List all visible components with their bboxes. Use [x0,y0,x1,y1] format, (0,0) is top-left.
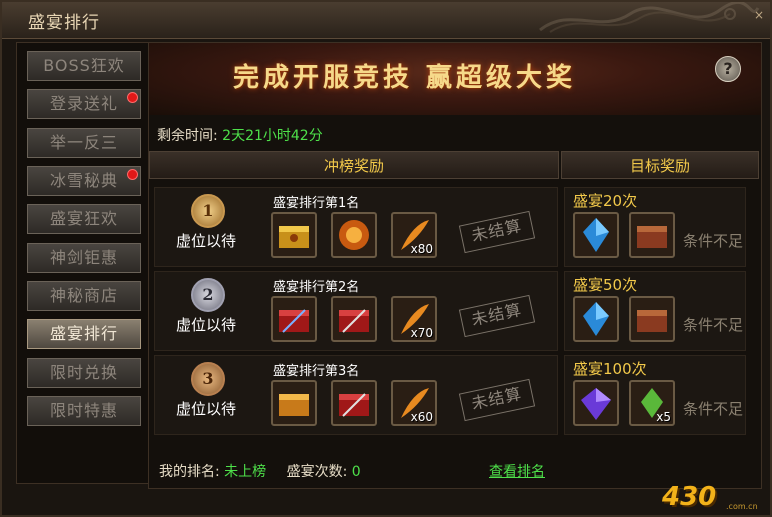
condition-status: 条件不足 [683,316,744,334]
reward-slot[interactable] [271,296,317,342]
target-row-2: 盛宴50次 条件不足 [564,271,746,351]
banner: 完成开服竞技 赢超级大奖 ? [149,43,761,115]
item-quantity: x60 [410,410,433,424]
target-label: 盛宴20次 [573,192,638,210]
tab-limited-sale[interactable]: 限时特惠 [27,396,141,426]
reward-slot[interactable]: x80 [391,212,437,258]
target-label: 盛宴50次 [573,276,638,294]
feast-count-value: 0 [351,464,361,480]
tab-login-gift[interactable]: 登录送礼 [27,89,141,119]
my-rank-label: 我的排名: [159,464,220,480]
reward-slot[interactable] [573,212,619,258]
tab-label: 登录送礼 [49,94,118,113]
silver-medal-icon: 2 [191,278,225,312]
target-label: 盛宴100次 [573,360,647,378]
item-quantity: x5 [656,410,671,424]
red-chest-icon [279,309,309,333]
my-rank-value: 未上榜 [224,464,267,480]
unsettled-stamp: 未结算 [458,210,536,254]
rank-rewards-header: 冲榜奖励 [149,151,559,179]
tab-label: 盛宴排行 [49,324,118,343]
tab-feast-ranking[interactable]: 盛宴排行 [27,319,141,349]
bronze-medal-icon: 3 [191,362,225,396]
tab-boss-carnival[interactable]: BOSS狂欢 [27,51,141,81]
tab-label: BOSS狂欢 [43,56,125,75]
view-ranking-link[interactable]: 查看排名 [489,461,545,481]
help-icon[interactable]: ? [715,56,741,82]
feast-count-label: 盛宴次数: [286,464,348,480]
remaining-time: 剩余时间: 2天21小时42分 [157,125,323,145]
window-title: 盛宴排行 [28,13,100,33]
tab-mystery-shop[interactable]: 神秘商店 [27,281,141,311]
reward-slot[interactable] [573,296,619,342]
red-chest-icon [339,309,369,333]
rank-holder: 虚位以待 [175,232,236,250]
tab-sword-deal[interactable]: 神剑钜惠 [27,243,141,273]
remaining-value: 2天21小时42分 [222,128,323,144]
target-rewards-header: 目标奖励 [561,151,759,179]
close-icon[interactable]: × [752,8,766,22]
reward-slot[interactable] [629,212,675,258]
my-rank-info: 我的排名: 未上榜 盛宴次数: 0 [159,461,361,481]
red-chest-icon [339,393,369,417]
tab-ice-secret[interactable]: 冰雪秘典 [27,166,141,196]
flame-orb-icon [339,220,369,250]
site-logo: 430 [662,482,717,512]
reward-slot[interactable] [629,296,675,342]
tab-label: 举一反三 [49,133,118,152]
remaining-label: 剩余时间: [157,128,218,144]
reward-slot[interactable]: x70 [391,296,437,342]
tab-limited-exchange[interactable]: 限时兑换 [27,358,141,388]
tab-label: 神秘商店 [49,286,118,305]
rank-name: 盛宴排行第3名 [273,364,360,379]
tab-label: 限时兑换 [49,363,118,382]
unsettled-stamp: 未结算 [458,294,536,338]
locked-chest-icon [637,310,667,332]
reward-slot[interactable]: x5 [629,380,675,426]
rank-row-1: 1 虚位以待 盛宴排行第1名 x80 未结算 [154,187,558,267]
crystal-icon [583,218,609,252]
tab-feast-carnival[interactable]: 盛宴狂欢 [27,204,141,234]
reward-slot[interactable]: x60 [391,380,437,426]
tab-learn-three[interactable]: 举一反三 [27,128,141,158]
rank-row-2: 2 虚位以待 盛宴排行第2名 x70 未结算 [154,271,558,351]
rank-row-3: 3 虚位以待 盛宴排行第3名 x60 未结算 [154,355,558,435]
banner-text: 完成开服竞技 赢超级大奖 [233,63,577,93]
rank-name: 盛宴排行第2名 [273,280,360,295]
rank-name: 盛宴排行第1名 [273,196,360,211]
title-bar[interactable]: 盛宴排行 × [2,2,770,39]
gem-icon [581,388,611,420]
rank-holder: 虚位以待 [175,316,236,334]
reward-slot[interactable] [271,380,317,426]
gold-medal-icon: 1 [191,194,225,228]
item-quantity: x70 [410,326,433,340]
ranking-window: 盛宴排行 × BOSS狂欢 登录送礼 举一反三 冰雪秘典 盛宴狂欢 神剑钜惠 神… [0,0,772,517]
item-quantity: x80 [410,242,433,256]
sidebar: BOSS狂欢 登录送礼 举一反三 冰雪秘典 盛宴狂欢 神剑钜惠 神秘商店 盛宴排… [16,42,150,484]
target-row-1: 盛宴20次 条件不足 [564,187,746,267]
crystal-icon [583,302,609,336]
reward-slot[interactable] [331,296,377,342]
golden-chest-icon [279,394,309,416]
main-panel: 完成开服竞技 赢超级大奖 ? 剩余时间: 2天21小时42分 冲榜奖励 目标奖励… [148,42,762,489]
reward-slot[interactable] [331,212,377,258]
site-logo-sub: .com.cn [726,502,758,511]
tab-label: 限时特惠 [49,401,118,420]
reward-slot[interactable] [331,380,377,426]
notification-dot-icon [127,92,138,103]
locked-chest-icon [637,226,667,248]
tab-label: 冰雪秘典 [49,171,118,190]
condition-status: 条件不足 [683,232,744,250]
condition-status: 条件不足 [683,400,744,418]
notification-dot-icon [127,169,138,180]
rank-holder: 虚位以待 [175,400,236,418]
unsettled-stamp: 未结算 [458,378,536,422]
reward-slot[interactable] [271,212,317,258]
target-row-3: 盛宴100次 x5 条件不足 [564,355,746,435]
dragon-ornament-icon [539,2,760,33]
tab-label: 神剑钜惠 [49,248,118,267]
tab-label: 盛宴狂欢 [49,209,118,228]
reward-slot[interactable] [573,380,619,426]
golden-chest-icon [279,226,309,248]
